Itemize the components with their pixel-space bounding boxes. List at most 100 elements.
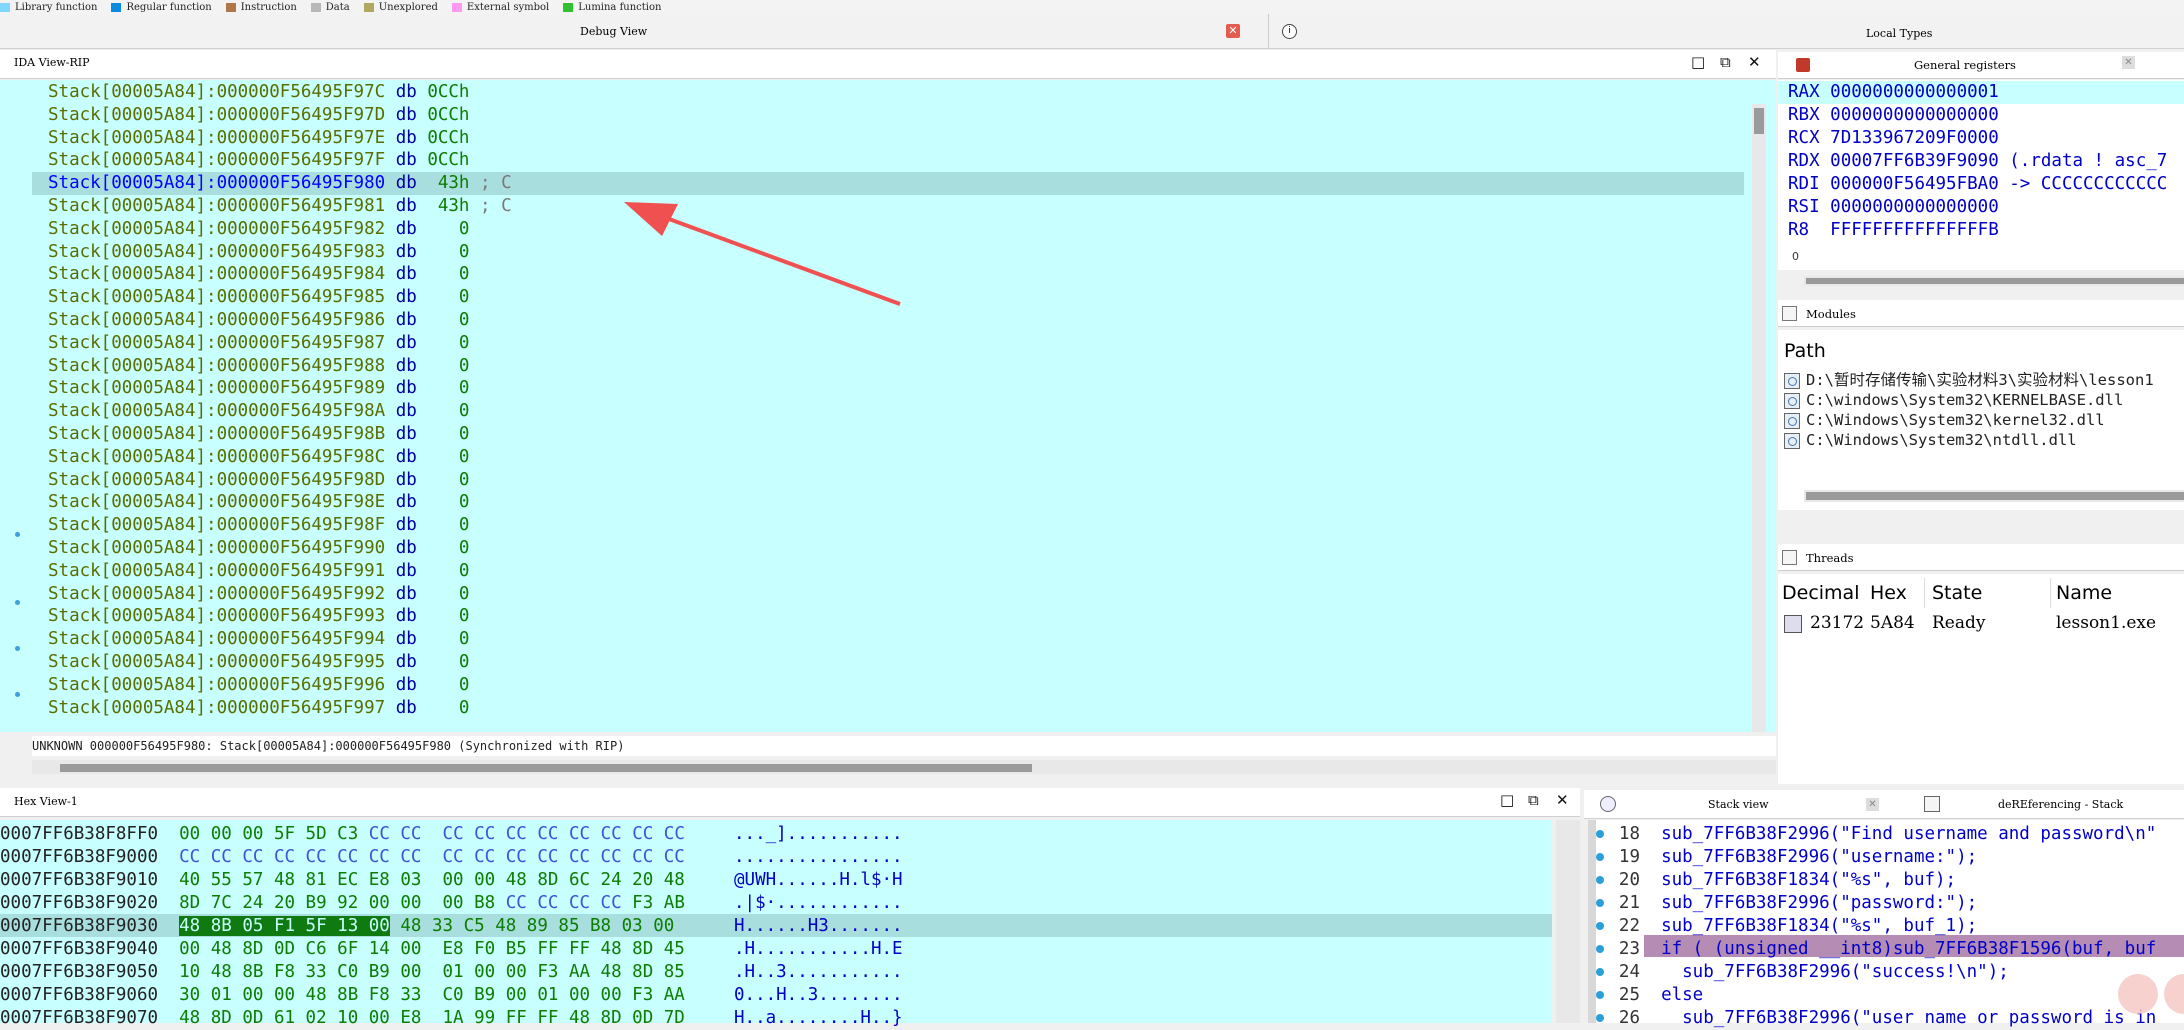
tab-stack-view[interactable]: Stack view xyxy=(1708,798,1769,811)
thread-state[interactable]: Ready xyxy=(1932,613,1985,633)
restore-icon[interactable]: ⧉ xyxy=(1528,791,1539,809)
disasm-value: 43h xyxy=(427,173,470,194)
hex-address: 0007FF6B38F9050 xyxy=(0,962,159,982)
close-icon[interactable]: ✕ xyxy=(2122,56,2135,69)
thread-name[interactable]: lesson1.exe xyxy=(2056,613,2156,633)
info-icon[interactable]: i xyxy=(1282,24,1297,39)
disasm-line[interactable]: Stack[00005A84]:000000F56495F989 db 0 xyxy=(48,377,469,400)
hex-selected-bytes: 48 8B 05 F1 5F 13 00 xyxy=(179,916,390,936)
close-icon[interactable]: ✕ xyxy=(1226,24,1240,38)
threads-col-state[interactable]: State xyxy=(1932,582,1982,604)
thread-hex[interactable]: 5A84 xyxy=(1870,613,1915,633)
hex-ascii: ................ xyxy=(734,847,903,867)
module-row[interactable]: C:\Windows\System32\ntdll.dll xyxy=(1784,430,2077,450)
disasm-line[interactable]: Stack[00005A84]:000000F56495F97E db 0CCh xyxy=(48,127,469,150)
disasm-line[interactable]: Stack[00005A84]:000000F56495F986 db 0 xyxy=(48,309,469,332)
disasm-address: Stack[00005A84]:000000F56495F981 xyxy=(48,196,386,216)
register-row[interactable]: RSI 0000000000000000 xyxy=(1788,196,1999,219)
disasm-line[interactable]: Stack[00005A84]:000000F56495F97C db 0CCh xyxy=(48,81,469,104)
module-row[interactable]: D:\暂时存储传输\实验材料3\实验材料\lesson1 xyxy=(1784,370,2154,390)
disasm-line[interactable]: Stack[00005A84]:000000F56495F992 db 0 xyxy=(48,583,469,606)
pseudo-line[interactable]: 22 sub_7FF6B38F1834("%s", buf_1); xyxy=(1596,915,1977,938)
hex-row[interactable]: 0007FF6B38F9030 48 8B 05 F1 5F 13 00 48 … xyxy=(0,915,903,938)
disasm-op: db xyxy=(395,264,417,285)
threads-col-decimal[interactable]: Decimal xyxy=(1782,582,1859,604)
close-icon[interactable]: ✕ xyxy=(1748,53,1761,71)
disasm-line[interactable]: Stack[00005A84]:000000F56495F982 db 0 xyxy=(48,218,469,241)
pseudo-line[interactable]: 24 sub_7FF6B38F2996("success!\n"); xyxy=(1596,961,2009,984)
disasm-line[interactable]: Stack[00005A84]:000000F56495F98B db 0 xyxy=(48,423,469,446)
code-text: sub_7FF6B38F2996("password:"); xyxy=(1661,893,1978,913)
maximize-icon[interactable]: □ xyxy=(1500,791,1514,809)
restore-icon[interactable]: ⧉ xyxy=(1720,53,1731,71)
register-row[interactable]: RCX 7D133967209F0000 xyxy=(1788,127,1999,150)
pseudo-line[interactable]: 25 else xyxy=(1596,984,1703,1007)
hex-row[interactable]: 0007FF6B38F9070 48 8D 0D 61 02 10 00 E8 … xyxy=(0,1007,903,1030)
register-row[interactable]: R8 FFFFFFFFFFFFFFFB xyxy=(1788,219,1999,242)
hex-vscroll[interactable] xyxy=(1556,820,1580,1023)
disasm-line[interactable]: Stack[00005A84]:000000F56495F991 db 0 xyxy=(48,560,469,583)
disasm-line[interactable]: Stack[00005A84]:000000F56495F997 db 0 xyxy=(48,697,469,720)
disasm-line[interactable]: Stack[00005A84]:000000F56495F988 db 0 xyxy=(48,355,469,378)
disasm-line[interactable]: Stack[00005A84]:000000F56495F98D db 0 xyxy=(48,469,469,492)
hex-row[interactable]: 0007FF6B38F9010 40 55 57 48 81 EC E8 03 … xyxy=(0,869,903,892)
register-row[interactable]: RBX 0000000000000000 xyxy=(1788,104,1999,127)
ida-vscroll[interactable] xyxy=(1752,104,1766,732)
disasm-line[interactable]: Stack[00005A84]:000000F56495F995 db 0 xyxy=(48,651,469,674)
thread-decimal[interactable]: 23172 xyxy=(1810,613,1864,633)
disasm-line[interactable]: Stack[00005A84]:000000F56495F98C db 0 xyxy=(48,446,469,469)
register-row[interactable]: RDI 000000F56495FBA0 -> CCCCCCCCCCCC xyxy=(1788,173,2167,196)
disasm-line[interactable]: Stack[00005A84]:000000F56495F980 db 43h … xyxy=(48,172,512,195)
line-marker-dot xyxy=(1596,922,1604,930)
hex-row[interactable]: 0007FF6B38F9050 10 48 8B F8 33 C0 B9 00 … xyxy=(0,961,903,984)
disasm-line[interactable]: Stack[00005A84]:000000F56495F981 db 43h … xyxy=(48,195,512,218)
tab-local-types[interactable]: Local Types xyxy=(1866,27,1932,40)
pseudo-line[interactable]: 18 sub_7FF6B38F2996("Find username and p… xyxy=(1596,823,2156,846)
module-row[interactable]: C:\windows\System32\KERNELBASE.dll xyxy=(1784,390,2123,410)
disasm-line[interactable]: Stack[00005A84]:000000F56495F97D db 0CCh xyxy=(48,104,469,127)
hex-row[interactable]: 0007FF6B38F9040 00 48 8D 0D C6 6F 14 00 … xyxy=(0,938,903,961)
maximize-icon[interactable]: □ xyxy=(1691,53,1705,71)
ida-vscroll-thumb[interactable] xyxy=(1754,108,1764,134)
disasm-line[interactable]: Stack[00005A84]:000000F56495F996 db 0 xyxy=(48,674,469,697)
disasm-address: Stack[00005A84]:000000F56495F97F xyxy=(48,150,386,171)
disasm-line[interactable]: Stack[00005A84]:000000F56495F983 db 0 xyxy=(48,241,469,264)
close-icon[interactable]: ✕ xyxy=(1866,798,1879,811)
disasm-line[interactable]: Stack[00005A84]:000000F56495F987 db 0 xyxy=(48,332,469,355)
module-row[interactable]: C:\Windows\System32\kernel32.dll xyxy=(1784,410,2105,430)
threads-col-name[interactable]: Name xyxy=(2056,582,2112,604)
pseudo-line[interactable]: 20 sub_7FF6B38F1834("%s", buf); xyxy=(1596,869,1956,892)
tab-debug-view[interactable]: Debug View xyxy=(580,25,647,38)
hex-bytes: 30 01 00 00 48 8B F8 33 C0 B9 00 01 00 0… xyxy=(179,985,685,1005)
disasm-op: db xyxy=(395,82,417,102)
disasm-op: db xyxy=(395,538,417,558)
disasm-line[interactable]: Stack[00005A84]:000000F56495F98A db 0 xyxy=(48,400,469,423)
hex-row[interactable]: 0007FF6B38F8FF0 00 00 00 5F 5D C3 CC CC … xyxy=(0,823,903,846)
tab-dereferencing[interactable]: deREferencing - Stack xyxy=(1998,798,2123,811)
modules-path-header[interactable]: Path xyxy=(1784,340,1826,362)
hex-row[interactable]: 0007FF6B38F9060 30 01 00 00 48 8B F8 33 … xyxy=(0,984,903,1007)
disasm-line[interactable]: Stack[00005A84]:000000F56495F98E db 0 xyxy=(48,491,469,514)
disasm-line[interactable]: Stack[00005A84]:000000F56495F98F db 0 xyxy=(48,514,469,537)
disasm-line[interactable]: Stack[00005A84]:000000F56495F993 db 0 xyxy=(48,605,469,628)
legend-item: Data xyxy=(310,2,350,13)
disasm-line[interactable]: Stack[00005A84]:000000F56495F990 db 0 xyxy=(48,537,469,560)
pseudo-line[interactable]: 26 sub_7FF6B38F2996("user name or passwo… xyxy=(1596,1007,2156,1030)
pseudo-line[interactable]: 23 if ( (unsigned __int8)sub_7FF6B38F159… xyxy=(1596,938,2156,961)
registers-hscroll-thumb[interactable] xyxy=(1806,278,2184,284)
disasm-line[interactable]: Stack[00005A84]:000000F56495F984 db 0 xyxy=(48,263,469,286)
disasm-line[interactable]: Stack[00005A84]:000000F56495F985 db 0 xyxy=(48,286,469,309)
modules-hscroll-thumb[interactable] xyxy=(1806,492,2184,500)
disasm-line[interactable]: Stack[00005A84]:000000F56495F994 db 0 xyxy=(48,628,469,651)
pseudo-line[interactable]: 21 sub_7FF6B38F2996("password:"); xyxy=(1596,892,1977,915)
pseudo-line[interactable]: 19 sub_7FF6B38F2996("username:"); xyxy=(1596,846,1977,869)
hex-row[interactable]: 0007FF6B38F9000 CC CC CC CC CC CC CC CC … xyxy=(0,846,903,869)
ida-hscroll-thumb[interactable] xyxy=(60,764,1032,772)
hex-row[interactable]: 0007FF6B38F9020 8D 7C 24 20 B9 92 00 00 … xyxy=(0,892,903,915)
floating-search-icon[interactable] xyxy=(2118,974,2158,1014)
register-row[interactable]: RDX 00007FF6B39F9090 (.rdata ! asc_7 xyxy=(1788,150,2167,173)
close-icon[interactable]: ✕ xyxy=(1556,791,1569,809)
disasm-line[interactable]: Stack[00005A84]:000000F56495F97F db 0CCh xyxy=(48,149,469,172)
threads-col-hex[interactable]: Hex xyxy=(1870,582,1907,604)
register-row[interactable]: RAX 0000000000000001 xyxy=(1788,81,1999,104)
